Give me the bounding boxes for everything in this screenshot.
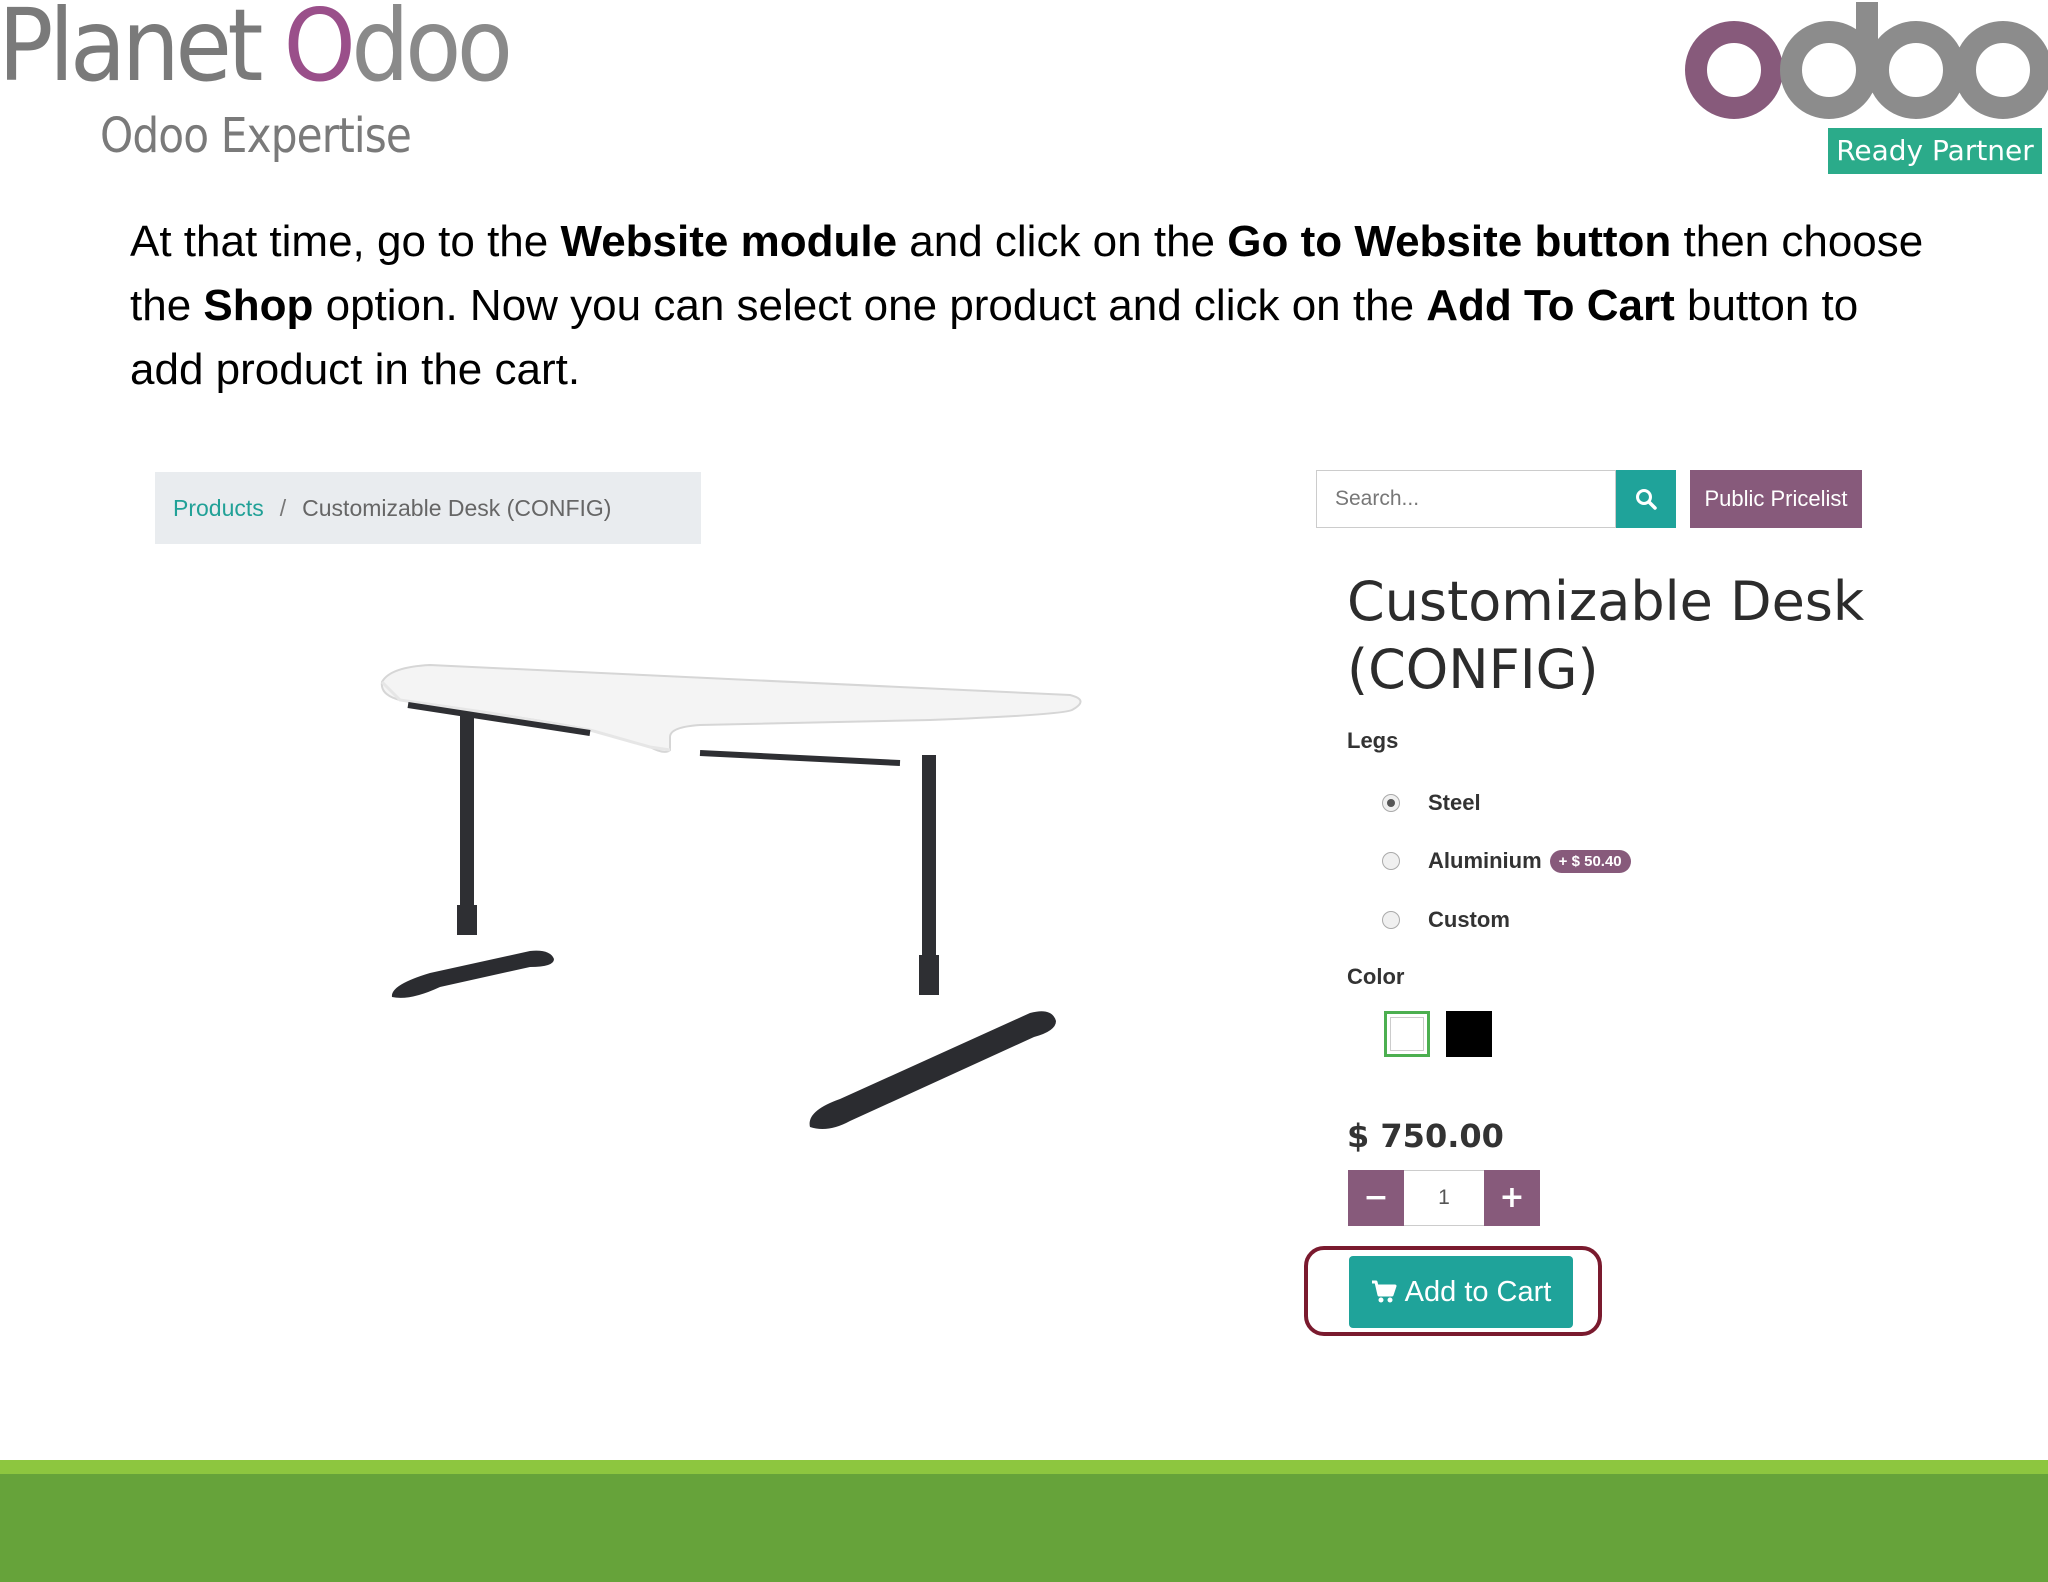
shopping-cart-icon — [1371, 1280, 1397, 1304]
search-button[interactable] — [1616, 470, 1676, 528]
footer-stripe-light — [0, 1460, 2048, 1474]
color-attribute-label: Color — [1347, 964, 1405, 989]
breadcrumb-separator: / — [279, 495, 287, 521]
legs-option-steel[interactable]: Steel — [1382, 786, 1481, 820]
search-icon — [1636, 489, 1657, 510]
footer-band — [0, 1474, 2048, 1582]
desk-illustration — [380, 663, 1082, 1129]
product-image — [380, 663, 1082, 1129]
breadcrumb: Products / Customizable Desk (CONFIG) — [155, 472, 701, 544]
price-extra-badge: + $ 50.40 — [1549, 849, 1631, 873]
color-swatch-black[interactable] — [1446, 1011, 1492, 1057]
odoo-wordmark-icon — [1685, 2, 2048, 119]
planet-odoo-tagline: Odoo Expertise — [100, 108, 412, 164]
quantity-minus-button[interactable]: − — [1348, 1170, 1404, 1226]
product-title: Customizable Desk (CONFIG) — [1347, 570, 1865, 701]
planet-odoo-wordmark: Planet Odoo — [0, 0, 513, 104]
radio-custom[interactable] — [1382, 911, 1400, 929]
search-bar — [1316, 470, 1676, 528]
ready-partner-badge: Ready Partner — [1828, 128, 2042, 174]
breadcrumb-products-link[interactable]: Products — [173, 495, 264, 521]
color-swatch-white[interactable] — [1384, 1011, 1430, 1057]
quantity-input[interactable] — [1404, 1170, 1484, 1226]
legs-option-aluminium[interactable]: Aluminium + $ 50.40 — [1382, 844, 1631, 878]
instruction-text: At that time, go to the Website module a… — [130, 217, 1924, 394]
quantity-plus-button[interactable]: + — [1484, 1170, 1540, 1226]
search-input[interactable] — [1316, 470, 1616, 528]
legs-option-custom[interactable]: Custom — [1382, 903, 1510, 937]
radio-aluminium[interactable] — [1382, 852, 1400, 870]
pricelist-dropdown-button[interactable]: Public Pricelist — [1690, 470, 1862, 528]
radio-steel[interactable] — [1382, 794, 1400, 812]
add-to-cart-button[interactable]: Add to Cart — [1349, 1256, 1573, 1328]
breadcrumb-current: Customizable Desk (CONFIG) — [302, 495, 612, 521]
quantity-stepper: − + — [1348, 1170, 1540, 1226]
legs-attribute-label: Legs — [1347, 728, 1399, 753]
product-price: $ 750.00 — [1347, 1117, 1504, 1155]
add-to-cart-label: Add to Cart — [1404, 1275, 1552, 1308]
planet-odoo-logo: Planet Odoo Odoo Expertise — [0, 0, 513, 180]
